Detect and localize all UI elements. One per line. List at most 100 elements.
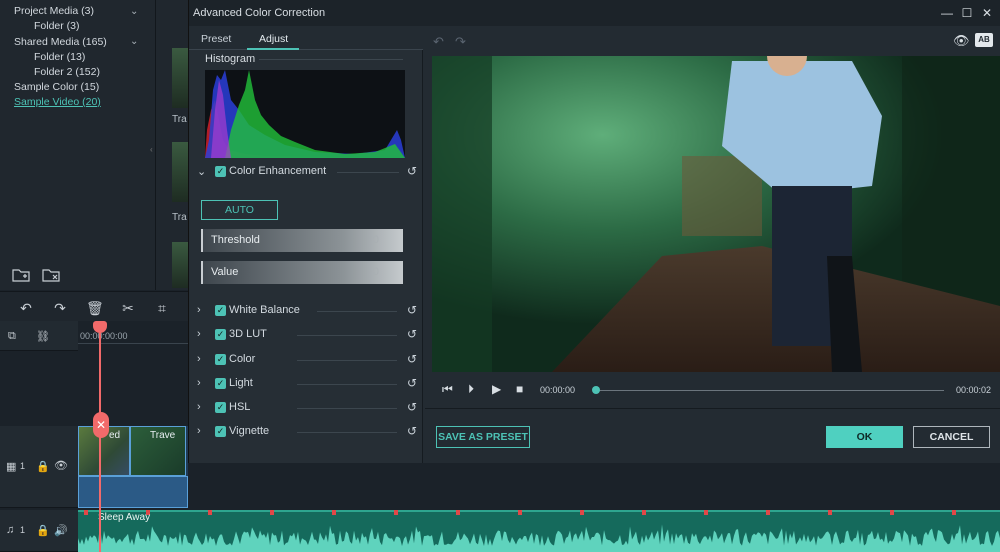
beat-marker [208,510,212,515]
reset-icon[interactable]: ↺ [407,376,417,390]
split-marker-icon[interactable]: ✕ [93,412,109,438]
save-as-preset-button[interactable]: SAVE AS PRESET [436,426,530,448]
reset-icon[interactable]: ↺ [407,327,417,341]
audio-track[interactable] [78,510,1000,552]
new-folder-icon[interactable] [12,268,30,282]
current-time: 00:00:00 [540,385,576,395]
clip-title: ed [109,430,121,441]
tab-adjust[interactable]: Adjust [259,33,288,45]
chevron-right-icon[interactable]: › [197,377,201,389]
eye-icon[interactable]: 👁 [953,33,970,49]
minimize-icon[interactable]: — [939,5,955,21]
auto-button[interactable]: AUTO [201,200,278,220]
audio-clip-title: Sleep Away [98,512,151,523]
reset-icon[interactable]: ↺ [407,424,417,438]
video-track-index: 1 [20,461,26,471]
divider [297,335,397,336]
histogram-label: Histogram [205,53,256,65]
section-3d-lut[interactable]: › ✓ 3D LUT ↺ [197,327,421,344]
chevron-right-icon[interactable]: › [197,304,201,316]
reset-icon[interactable]: ↺ [407,400,417,414]
section-light[interactable]: › ✓ Light ↺ [197,376,421,393]
lock-icon[interactable]: 🔒 [36,524,50,537]
clip-track-bar[interactable] [78,476,188,508]
cancel-button[interactable]: CANCEL [913,426,990,448]
library-item-folder-2[interactable]: Folder 2 (152) [34,66,100,78]
remove-folder-icon[interactable] [42,268,60,282]
play-icon[interactable]: ▶ [492,382,501,396]
close-icon[interactable]: ✕ [979,5,995,21]
progress-track[interactable] [596,390,944,391]
checkbox-checked-icon[interactable]: ✓ [215,329,226,340]
chevron-down-icon[interactable]: ⌄ [197,165,206,178]
redo-icon[interactable]: ↷ [52,300,68,316]
section-hsl[interactable]: › ✓ HSL ↺ [197,400,421,417]
beat-marker [890,510,894,515]
threshold-slider[interactable]: Threshold 0 [201,229,403,252]
link-icon[interactable]: ⛓ [36,330,50,343]
ab-compare-icon[interactable]: AB [975,33,993,47]
chevron-down-icon[interactable]: ⌄ [130,6,140,17]
value-slider[interactable]: Value 0 [201,261,403,284]
video-preview[interactable] [432,56,1000,372]
library-item-folder[interactable]: Folder (3) [34,20,80,32]
checkbox-checked-icon[interactable]: ✓ [215,166,226,177]
redo-icon[interactable]: ↷ [455,34,466,50]
chevron-right-icon[interactable]: › [197,401,201,413]
reset-icon[interactable]: ↺ [407,303,417,317]
ok-button[interactable]: OK [826,426,903,448]
video-track-icon: ▦ [6,461,17,473]
audio-beat-markers [84,510,956,515]
library-item-shared-media[interactable]: Shared Media (165) [14,36,107,48]
add-track-icon[interactable]: ⧉ [8,330,16,343]
beat-marker [828,510,832,515]
video-track-header: ▦ 1 🔒 👁 [0,426,78,508]
chevron-right-icon[interactable]: › [197,353,201,365]
beat-marker [332,510,336,515]
chevron-right-icon[interactable]: › [197,328,201,340]
checkbox-checked-icon[interactable]: ✓ [215,378,226,389]
checkbox-checked-icon[interactable]: ✓ [215,354,226,365]
beat-marker [704,510,708,515]
undo-icon[interactable]: ↶ [18,300,34,316]
reset-icon[interactable]: ↺ [407,164,417,178]
crop-icon[interactable]: ⌗ [154,300,170,316]
media-thumbnail[interactable] [172,242,188,288]
audio-waveform [78,524,1000,552]
divider [297,360,397,361]
section-vignette[interactable]: › ✓ Vignette ↺ [197,424,421,441]
checkbox-checked-icon[interactable]: ✓ [215,305,226,316]
media-thumbnail[interactable] [172,142,188,202]
chevron-right-icon[interactable]: › [197,425,201,437]
maximize-icon[interactable]: ☐ [959,5,975,21]
speaker-icon[interactable]: 🔊 [54,524,68,537]
stop-icon[interactable]: ■ [516,382,523,396]
library-item-project-media[interactable]: Project Media (3) [14,5,94,17]
tab-preset[interactable]: Preset [201,33,231,45]
library-item-folder-13[interactable]: Folder (13) [34,51,85,63]
scissors-icon[interactable]: ✂ [120,300,136,316]
step-back-icon[interactable]: ⏮ [442,382,453,397]
chevron-down-icon[interactable]: ⌄ [130,36,140,47]
checkbox-checked-icon[interactable]: ✓ [215,426,226,437]
reset-icon[interactable]: ↺ [407,352,417,366]
collapse-handle-icon[interactable]: ‹ [150,145,153,154]
library-item-sample-video[interactable]: Sample Video (20) [14,96,101,108]
undo-icon[interactable]: ↶ [433,34,444,50]
checkbox-checked-icon[interactable]: ✓ [215,402,226,413]
media-thumbnail[interactable] [172,48,188,108]
play-frame-icon[interactable]: ⏵ [468,382,474,397]
end-time: 00:00:02 [956,385,992,395]
trash-icon[interactable]: 🗑 [86,300,104,316]
section-white-balance[interactable]: › ✓ White Balance ↺ [197,303,421,320]
eye-icon[interactable]: 👁 [54,459,68,472]
section-color[interactable]: › ✓ Color ↺ [197,352,421,369]
dialog-title: Advanced Color Correction [193,7,326,19]
thumbnail-label: Tra [172,212,187,223]
progress-handle[interactable] [592,386,600,394]
timeline-header: ⧉ ⛓ [0,321,78,351]
lock-icon[interactable]: 🔒 [36,460,50,473]
section-label: Color [229,353,256,365]
section-color-enhancement[interactable]: ⌄ ✓ Color Enhancement ↺ [197,164,421,181]
library-item-sample-color[interactable]: Sample Color (15) [14,81,99,93]
